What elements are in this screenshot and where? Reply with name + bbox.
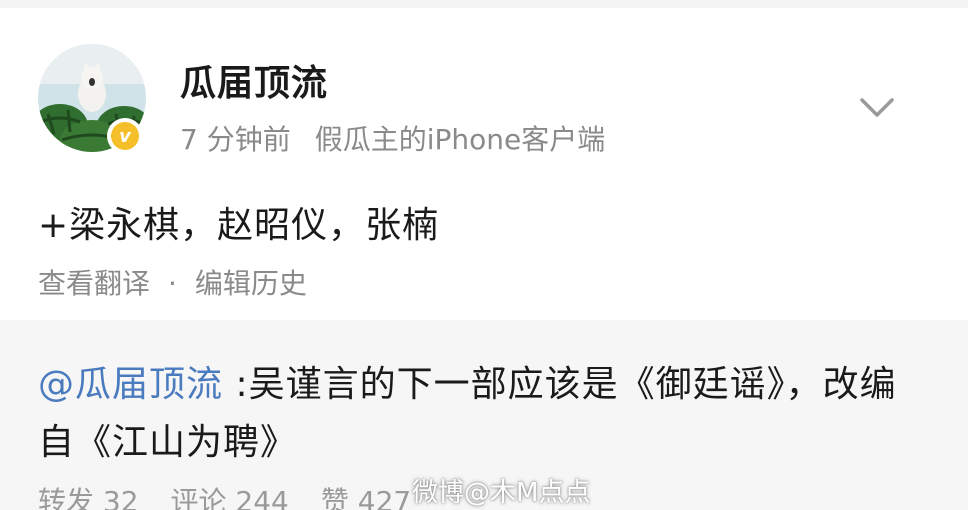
post-actions: 查看翻译 · 编辑历史 <box>38 262 307 302</box>
original-post: v 瓜届顶流 7 分钟前 假瓜主的iPhone客户端 +梁永棋，赵昭仪，张楠 查看… <box>0 0 968 320</box>
like-count[interactable]: 赞 427 <box>321 485 411 510</box>
comment-count[interactable]: 评论 244 <box>171 485 289 510</box>
verified-v-icon: v <box>111 122 139 150</box>
translate-link[interactable]: 查看翻译 <box>38 267 150 300</box>
post-meta: 7 分钟前 假瓜主的iPhone客户端 <box>180 118 605 158</box>
username[interactable]: 瓜届顶流 <box>180 54 328 106</box>
chevron-down-icon[interactable] <box>858 92 896 122</box>
verified-badge: v <box>107 118 143 154</box>
separator-dot: · <box>168 267 177 300</box>
weibo-post-screen: v 瓜届顶流 7 分钟前 假瓜主的iPhone客户端 +梁永棋，赵昭仪，张楠 查看… <box>0 0 968 510</box>
post-time: 7 分钟前 <box>180 123 291 156</box>
watermark: 微博@木M点点 <box>412 478 591 508</box>
repost-stats: 转发 32 评论 244 赞 427 <box>38 480 443 510</box>
reposted-content[interactable]: @瓜届顶流 :吴谨言的下一部应该是《御廷谣》，改编自《江山为聘》 转发 32 评论… <box>0 320 968 510</box>
repost-text: @瓜届顶流 :吴谨言的下一部应该是《御廷谣》，改编自《江山为聘》 <box>38 356 918 472</box>
repost-count[interactable]: 转发 32 <box>38 485 139 510</box>
edit-history-link[interactable]: 编辑历史 <box>195 267 307 300</box>
post-content: +梁永棋，赵昭仪，张楠 <box>38 205 440 246</box>
post-source: 假瓜主的iPhone客户端 <box>314 123 606 156</box>
mention-link[interactable]: @瓜届顶流 <box>38 364 223 405</box>
